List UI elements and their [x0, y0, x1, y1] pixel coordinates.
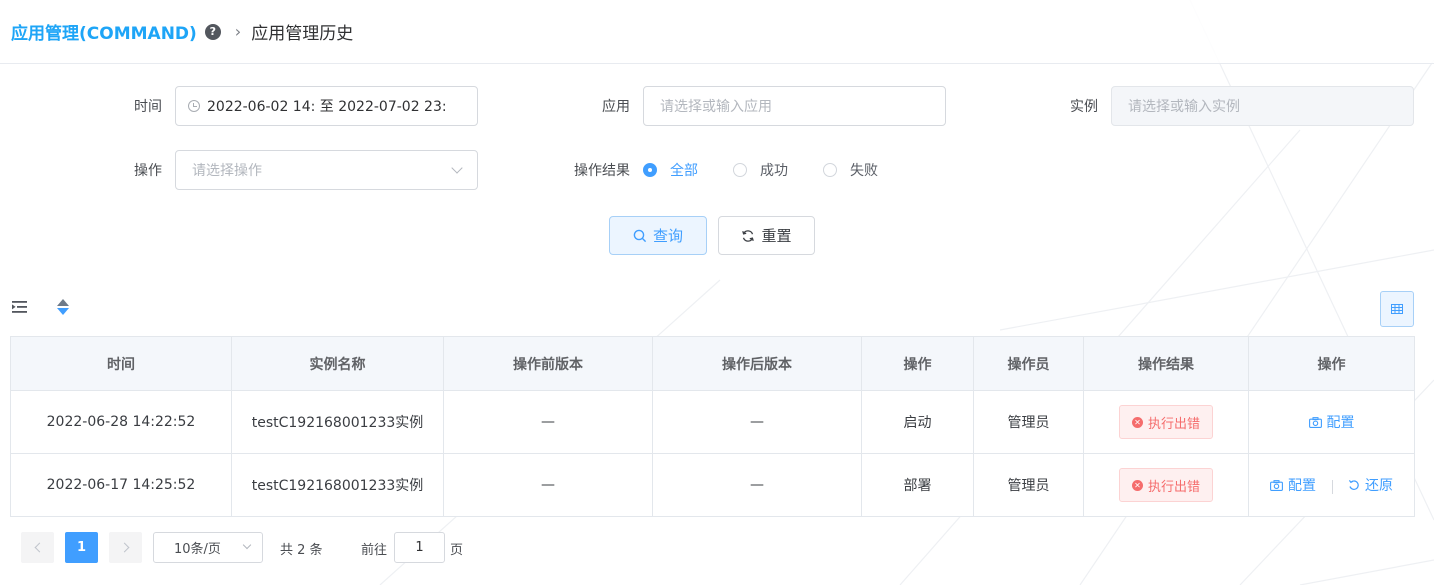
- config-link-label: 配置: [1326, 415, 1355, 431]
- cell-result: ✕ 执行出错: [1083, 453, 1249, 517]
- page-title: 应用管理历史: [251, 24, 354, 44]
- table-row: 2022-06-17 14:25:52 testC192168001233实例 …: [10, 453, 1415, 517]
- table-toolbar: [0, 290, 1434, 336]
- query-button[interactable]: 查询: [609, 216, 707, 255]
- time-label: 时间: [134, 99, 162, 115]
- time-range-picker[interactable]: 2022-06-02 14: 至 2022-07-02 23:: [175, 86, 478, 126]
- operation-label: 操作: [134, 163, 162, 179]
- question-circle-icon[interactable]: ?: [204, 23, 221, 40]
- column-header-operation: 操作: [861, 336, 974, 391]
- error-circle-icon: ✕: [1131, 479, 1143, 491]
- column-header-before-version: 操作前版本: [443, 336, 653, 391]
- goto-page-input[interactable]: [394, 532, 445, 563]
- radio-label: 失败: [850, 163, 878, 179]
- cell-time: 2022-06-28 14:22:52: [10, 390, 232, 454]
- total-count: 共 2 条: [280, 543, 323, 558]
- cell-instance: testC192168001233实例: [231, 453, 444, 517]
- cell-operator: 管理员: [973, 390, 1084, 454]
- config-link[interactable]: 配置: [1308, 412, 1355, 432]
- page-number-1[interactable]: 1: [65, 532, 98, 563]
- history-table: 时间 实例名称 操作前版本 操作后版本 操作 操作员 操作结果 操作 2022-…: [10, 336, 1415, 517]
- radio-label: 全部: [670, 163, 698, 179]
- table-header-row: 时间 实例名称 操作前版本 操作后版本 操作 操作员 操作结果 操作: [10, 336, 1415, 391]
- clock-icon: [188, 100, 200, 112]
- radio-unchecked-icon: [823, 163, 837, 177]
- refresh-icon: [742, 229, 755, 242]
- chevron-right-icon: ›: [234, 22, 242, 41]
- radio-unchecked-icon: [733, 163, 747, 177]
- error-circle-icon: ✕: [1131, 416, 1143, 428]
- chevron-right-icon: [119, 542, 129, 553]
- status-badge: ✕ 执行出错: [1118, 468, 1213, 502]
- instance-label: 实例: [1070, 99, 1098, 115]
- search-icon: [633, 229, 647, 242]
- operation-select-placeholder: 请选择操作: [192, 163, 262, 179]
- cell-actions: 配置 还原: [1248, 453, 1415, 517]
- cell-operator: 管理员: [973, 453, 1084, 517]
- next-page-button[interactable]: [109, 532, 142, 563]
- cell-after-version: —: [652, 390, 862, 454]
- collapse-menu-icon[interactable]: [12, 301, 27, 313]
- column-header-result: 操作结果: [1083, 336, 1249, 391]
- breadcrumb-root-link[interactable]: 应用管理(COMMAND): [11, 19, 197, 44]
- camera-icon: [1308, 416, 1322, 428]
- column-header-instance: 实例名称: [231, 336, 444, 391]
- config-link-label: 配置: [1288, 478, 1317, 495]
- radio-result-success[interactable]: 成功: [733, 160, 788, 180]
- cell-result: ✕ 执行出错: [1083, 390, 1249, 454]
- radio-label: 成功: [760, 163, 788, 179]
- chevron-down-icon: [242, 540, 252, 550]
- table-row: 2022-06-28 14:22:52 testC192168001233实例 …: [10, 390, 1415, 454]
- instance-input[interactable]: 请选择或输入实例: [1111, 86, 1414, 126]
- column-header-after-version: 操作后版本: [652, 336, 862, 391]
- restore-link[interactable]: 还原: [1348, 475, 1393, 495]
- instance-input-placeholder: 请选择或输入实例: [1128, 99, 1240, 115]
- goto-label: 前往: [361, 543, 388, 558]
- prev-page-button[interactable]: [21, 532, 54, 563]
- app-input-placeholder: 请选择或输入应用: [660, 99, 772, 115]
- operation-select[interactable]: 请选择操作: [175, 150, 478, 190]
- column-header-time: 时间: [10, 336, 232, 391]
- search-form: 时间 2022-06-02 14: 至 2022-07-02 23: 应用 请选…: [0, 64, 1434, 290]
- table-icon: [1391, 304, 1403, 314]
- cell-instance: testC192168001233实例: [231, 390, 444, 454]
- status-badge: ✕ 执行出错: [1118, 405, 1213, 439]
- status-badge-label: 执行出错: [1147, 479, 1200, 495]
- pagination: 1 10条/页 共 2 条 前往 页: [0, 530, 1434, 566]
- radio-checked-icon: [643, 163, 657, 177]
- result-label: 操作结果: [574, 163, 630, 179]
- cell-time: 2022-06-17 14:25:52: [10, 453, 232, 517]
- page-suffix-label: 页: [450, 543, 464, 558]
- camera-icon: [1270, 479, 1283, 491]
- config-link[interactable]: 配置: [1270, 475, 1316, 495]
- page-size-select[interactable]: 10条/页: [153, 532, 263, 563]
- breadcrumb: 应用管理(COMMAND) ? › 应用管理历史: [0, 0, 1434, 64]
- reset-button-label: 重置: [761, 227, 792, 245]
- sort-icon[interactable]: [56, 298, 70, 316]
- query-button-label: 查询: [652, 227, 683, 245]
- undo-icon: [1348, 479, 1359, 490]
- radio-result-all[interactable]: 全部: [643, 160, 698, 180]
- cell-before-version: —: [443, 453, 653, 517]
- reset-button[interactable]: 重置: [718, 216, 815, 255]
- app-label: 应用: [602, 99, 630, 115]
- action-divider: [1331, 479, 1333, 494]
- radio-result-failure[interactable]: 失败: [823, 160, 878, 180]
- status-badge-label: 执行出错: [1147, 416, 1200, 432]
- chevron-left-icon: [34, 542, 44, 553]
- cell-operation: 部署: [861, 453, 974, 517]
- app-input[interactable]: 请选择或输入应用: [643, 86, 946, 126]
- column-settings-button[interactable]: [1380, 291, 1414, 327]
- page-size-value: 10条/页: [174, 542, 221, 557]
- restore-link-label: 还原: [1364, 477, 1393, 494]
- cell-after-version: —: [652, 453, 862, 517]
- cell-before-version: —: [443, 390, 653, 454]
- column-header-operator: 操作员: [973, 336, 1084, 391]
- column-header-actions: 操作: [1248, 336, 1415, 391]
- chevron-down-icon: [451, 162, 463, 174]
- time-range-value: 2022-06-02 14: 至 2022-07-02 23:: [207, 99, 447, 115]
- cell-operation: 启动: [861, 390, 974, 454]
- cell-actions: 配置: [1248, 390, 1415, 454]
